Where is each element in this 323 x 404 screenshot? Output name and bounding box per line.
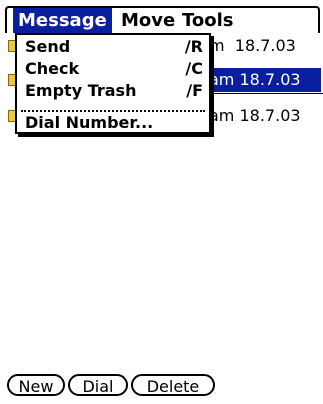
menu-item-check[interactable]: Check ∕C [25,59,203,79]
menu-move[interactable]: Move [116,8,180,33]
dial-button[interactable]: Dial [68,374,128,396]
shortcut-label: ∕F [186,81,203,100]
message-date: m 18.7.03 [209,36,296,55]
menu-tools[interactable]: Tools [177,8,239,33]
menu-item-label: Check [25,59,80,78]
menu-item-label: Send [25,37,71,56]
new-button[interactable]: New [7,374,65,396]
message-date: am 18.7.03 [205,68,321,92]
menu-item-label: Empty Trash [25,81,137,100]
menu-message[interactable]: Message [13,8,112,33]
message-menu-dropdown: Send ∕R Check ∕C Empty Trash ∕F Dial Num… [15,33,211,134]
header-rule [210,93,323,94]
menu-bar: Message Move Tools [5,6,320,33]
shortcut-label: ∕R [184,37,203,56]
menu-item-send[interactable]: Send ∕R [25,37,203,57]
menu-item-label: Dial Number... [25,113,154,132]
shortcut-label: ∕C [185,59,203,78]
menu-item-dial-number[interactable]: Dial Number... [25,113,203,133]
menu-separator [21,110,205,112]
delete-button[interactable]: Delete [131,374,215,396]
menu-item-empty-trash[interactable]: Empty Trash ∕F [25,81,203,101]
message-date: am 18.7.03 [209,106,301,125]
